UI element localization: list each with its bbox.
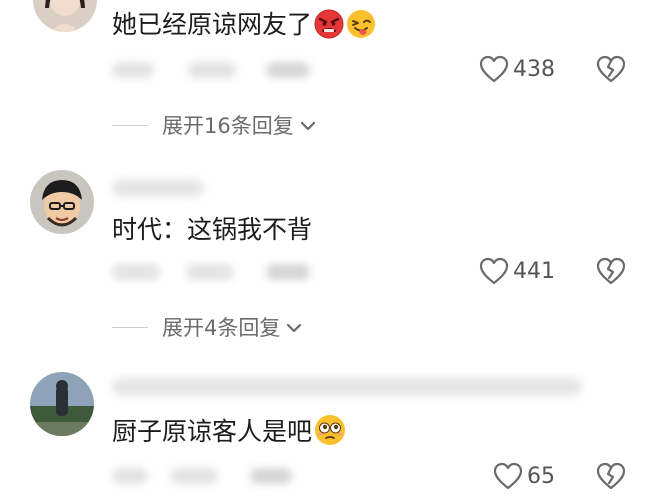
avatar[interactable]: [33, 0, 97, 32]
expand-replies-button[interactable]: 展开4条回复: [112, 312, 302, 342]
comment-text: 厨子原谅客人是吧: [112, 414, 346, 455]
comment-location: [170, 468, 218, 484]
chevron-down-icon: [287, 323, 302, 333]
heart-icon: [479, 257, 509, 285]
winking-tongue-emoji: [346, 9, 376, 48]
like-count: 441: [513, 258, 555, 284]
reply-button[interactable]: [266, 264, 310, 280]
heart-icon: [493, 462, 523, 490]
broken-heart-icon: [596, 257, 626, 285]
divider: [112, 326, 148, 328]
comment-item: 时代：这锅我不背 441 展开4条回复: [0, 160, 660, 350]
like-button[interactable]: 438: [479, 55, 555, 83]
reply-button[interactable]: [266, 62, 310, 78]
comment-text: 她已经原谅网友了: [112, 8, 376, 48]
heart-icon: [479, 55, 509, 83]
dislike-button[interactable]: [596, 257, 626, 289]
angry-face-emoji: [314, 9, 344, 48]
username[interactable]: [112, 179, 204, 197]
expand-replies-label: 展开16条回复: [162, 114, 294, 138]
like-count: 438: [513, 56, 555, 82]
flushed-face-emoji: [314, 414, 346, 455]
avatar[interactable]: [30, 170, 94, 234]
expand-replies-button[interactable]: 展开16条回复: [112, 110, 316, 140]
comment-text: 时代：这锅我不背: [112, 215, 313, 244]
chevron-down-icon: [300, 121, 315, 131]
like-button[interactable]: 65: [493, 462, 555, 490]
dislike-button[interactable]: [596, 462, 626, 494]
comment-timestamp: [112, 264, 160, 280]
dislike-button[interactable]: [596, 55, 626, 87]
divider: [112, 124, 148, 126]
expand-replies-label: 展开4条回复: [162, 316, 281, 340]
comment-location: [186, 264, 234, 280]
comment-item: 厨子原谅客人是吧 65: [0, 362, 660, 503]
comment-timestamp: [112, 468, 148, 484]
broken-heart-icon: [596, 55, 626, 83]
reply-button[interactable]: [250, 468, 292, 484]
username[interactable]: [112, 378, 582, 396]
avatar[interactable]: [30, 372, 94, 436]
like-count: 65: [527, 463, 555, 489]
comment-item: 她已经原谅网友了 438 展开16条回复: [0, 0, 660, 150]
comment-timestamp: [112, 62, 154, 78]
like-button[interactable]: 441: [479, 257, 555, 285]
broken-heart-icon: [596, 462, 626, 490]
comment-location: [188, 62, 236, 78]
